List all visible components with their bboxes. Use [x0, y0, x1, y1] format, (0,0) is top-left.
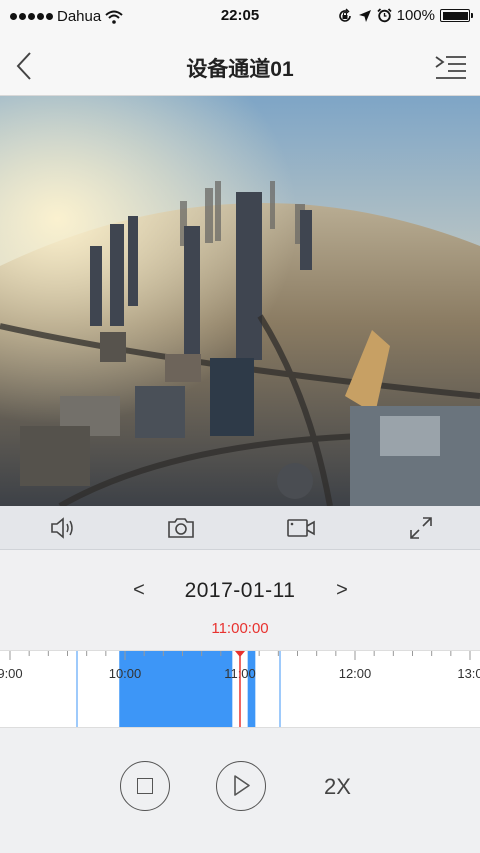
speed-toggle[interactable]: 2X: [324, 774, 351, 800]
current-time-label: 11:00:00: [211, 620, 269, 637]
speaker-icon[interactable]: [48, 514, 78, 542]
status-right: 100%: [337, 7, 473, 24]
date-selector: < 2017-01-11 >: [0, 573, 480, 609]
stop-icon: [137, 778, 153, 794]
recording-segment[interactable]: [119, 651, 233, 728]
recording-segment[interactable]: [247, 651, 256, 728]
hour-label: 10:00: [109, 666, 142, 681]
record-video-icon[interactable]: [286, 514, 316, 542]
hour-label: 12:00: [339, 666, 372, 681]
battery-icon: [440, 9, 473, 22]
next-date-button[interactable]: >: [330, 579, 354, 602]
page-title: 设备通道01: [186, 58, 294, 81]
timeline-track[interactable]: 9:0010:0011:0012:0013:0: [0, 651, 480, 728]
fullscreen-icon[interactable]: [406, 514, 436, 542]
current-date[interactable]: 2017-01-11: [185, 573, 296, 603]
hour-label: 9:00: [0, 666, 23, 681]
playhead-marker[interactable]: [235, 651, 245, 657]
play-icon: [234, 775, 250, 796]
battery-percent: 100%: [396, 7, 435, 24]
video-view[interactable]: [0, 96, 480, 506]
hour-label: 13:0: [457, 666, 480, 681]
prev-date-button[interactable]: <: [127, 579, 151, 602]
alarm-icon: [376, 8, 392, 23]
video-control-bar: [0, 506, 480, 550]
rotation-lock-icon: [338, 8, 351, 22]
stop-button[interactable]: [120, 761, 170, 811]
channel-list-icon[interactable]: [434, 53, 468, 81]
location-arrow-icon: [358, 9, 371, 22]
timeline[interactable]: 9:0010:0011:0012:0013:0: [0, 650, 480, 728]
camera-icon[interactable]: [166, 514, 196, 542]
play-button[interactable]: [216, 761, 266, 811]
city-aerial-image: [0, 96, 480, 506]
nav-bar: 设备通道01: [0, 33, 480, 96]
status-bar: Dahua 22:05 100%: [0, 0, 480, 33]
playback-controls: 2X: [0, 728, 480, 853]
